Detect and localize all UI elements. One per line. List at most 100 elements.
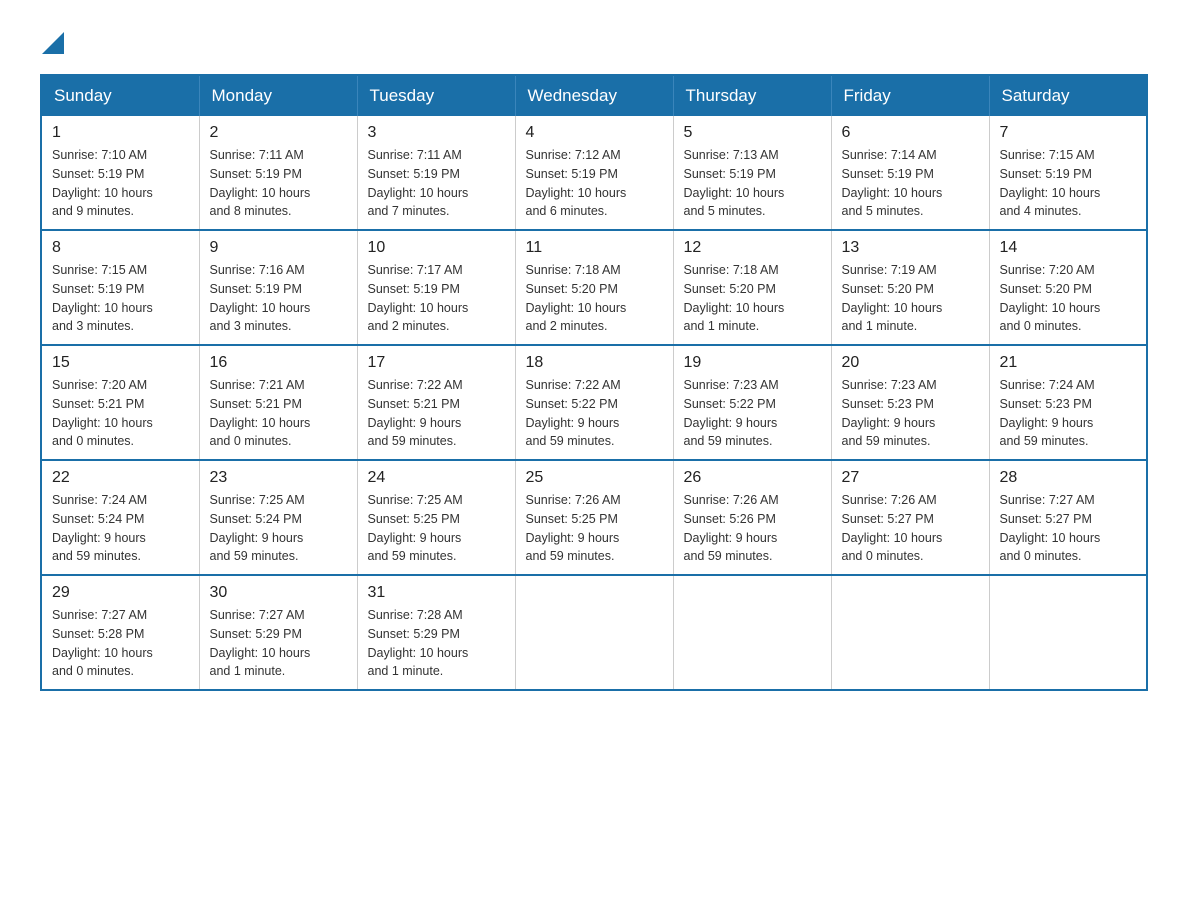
- day-number: 26: [684, 469, 821, 487]
- day-info: Sunrise: 7:15 AMSunset: 5:19 PMDaylight:…: [52, 261, 189, 336]
- day-info: Sunrise: 7:22 AMSunset: 5:21 PMDaylight:…: [368, 376, 505, 451]
- day-cell: 27Sunrise: 7:26 AMSunset: 5:27 PMDayligh…: [831, 460, 989, 575]
- day-number: 25: [526, 469, 663, 487]
- day-cell: [515, 575, 673, 690]
- day-cell: 8 Sunrise: 7:15 AMSunset: 5:19 PMDaylight…: [41, 230, 199, 345]
- day-number: 1: [52, 124, 189, 142]
- calendar-header-row: SundayMondayTuesdayWednesdayThursdayFrid…: [41, 75, 1147, 116]
- day-info: Sunrise: 7:22 AMSunset: 5:22 PMDaylight:…: [526, 376, 663, 451]
- day-cell: 6 Sunrise: 7:14 AMSunset: 5:19 PMDaylight…: [831, 116, 989, 230]
- day-number: 13: [842, 239, 979, 257]
- day-info: Sunrise: 7:23 AMSunset: 5:22 PMDaylight:…: [684, 376, 821, 451]
- day-number: 24: [368, 469, 505, 487]
- day-cell: [989, 575, 1147, 690]
- day-info: Sunrise: 7:26 AMSunset: 5:26 PMDaylight:…: [684, 491, 821, 566]
- day-info: Sunrise: 7:12 AMSunset: 5:19 PMDaylight:…: [526, 146, 663, 221]
- day-info: Sunrise: 7:16 AMSunset: 5:19 PMDaylight:…: [210, 261, 347, 336]
- day-info: Sunrise: 7:14 AMSunset: 5:19 PMDaylight:…: [842, 146, 979, 221]
- day-cell: 29 Sunrise: 7:27 AMSunset: 5:28 PMDayligh…: [41, 575, 199, 690]
- week-row-4: 22Sunrise: 7:24 AMSunset: 5:24 PMDayligh…: [41, 460, 1147, 575]
- day-number: 5: [684, 124, 821, 142]
- day-info: Sunrise: 7:11 AMSunset: 5:19 PMDaylight:…: [210, 146, 347, 221]
- week-row-3: 15 Sunrise: 7:20 AMSunset: 5:21 PMDayligh…: [41, 345, 1147, 460]
- day-number: 20: [842, 354, 979, 372]
- day-cell: 13 Sunrise: 7:19 AMSunset: 5:20 PMDayligh…: [831, 230, 989, 345]
- day-cell: 19 Sunrise: 7:23 AMSunset: 5:22 PMDayligh…: [673, 345, 831, 460]
- header-cell-wednesday: Wednesday: [515, 75, 673, 116]
- day-cell: 5 Sunrise: 7:13 AMSunset: 5:19 PMDaylight…: [673, 116, 831, 230]
- day-cell: 31 Sunrise: 7:28 AMSunset: 5:29 PMDayligh…: [357, 575, 515, 690]
- week-row-5: 29 Sunrise: 7:27 AMSunset: 5:28 PMDayligh…: [41, 575, 1147, 690]
- day-number: 8: [52, 239, 189, 257]
- day-info: Sunrise: 7:25 AMSunset: 5:25 PMDaylight:…: [368, 491, 505, 566]
- day-info: Sunrise: 7:27 AMSunset: 5:29 PMDaylight:…: [210, 606, 347, 681]
- day-number: 3: [368, 124, 505, 142]
- logo-triangle-icon: [42, 32, 64, 54]
- day-cell: 24 Sunrise: 7:25 AMSunset: 5:25 PMDayligh…: [357, 460, 515, 575]
- day-cell: 21 Sunrise: 7:24 AMSunset: 5:23 PMDayligh…: [989, 345, 1147, 460]
- day-number: 2: [210, 124, 347, 142]
- day-number: 18: [526, 354, 663, 372]
- day-info: Sunrise: 7:20 AMSunset: 5:20 PMDaylight:…: [1000, 261, 1137, 336]
- day-cell: 15 Sunrise: 7:20 AMSunset: 5:21 PMDayligh…: [41, 345, 199, 460]
- header-cell-sunday: Sunday: [41, 75, 199, 116]
- day-info: Sunrise: 7:18 AMSunset: 5:20 PMDaylight:…: [526, 261, 663, 336]
- day-number: 23: [210, 469, 347, 487]
- header-cell-tuesday: Tuesday: [357, 75, 515, 116]
- day-info: Sunrise: 7:24 AMSunset: 5:23 PMDaylight:…: [1000, 376, 1137, 451]
- day-cell: 17 Sunrise: 7:22 AMSunset: 5:21 PMDayligh…: [357, 345, 515, 460]
- day-info: Sunrise: 7:13 AMSunset: 5:19 PMDaylight:…: [684, 146, 821, 221]
- day-info: Sunrise: 7:18 AMSunset: 5:20 PMDaylight:…: [684, 261, 821, 336]
- day-info: Sunrise: 7:17 AMSunset: 5:19 PMDaylight:…: [368, 261, 505, 336]
- day-info: Sunrise: 7:28 AMSunset: 5:29 PMDaylight:…: [368, 606, 505, 681]
- day-cell: 4 Sunrise: 7:12 AMSunset: 5:19 PMDaylight…: [515, 116, 673, 230]
- day-number: 30: [210, 584, 347, 602]
- calendar-table: SundayMondayTuesdayWednesdayThursdayFrid…: [40, 74, 1148, 691]
- day-info: Sunrise: 7:11 AMSunset: 5:19 PMDaylight:…: [368, 146, 505, 221]
- day-number: 4: [526, 124, 663, 142]
- day-info: Sunrise: 7:26 AMSunset: 5:25 PMDaylight:…: [526, 491, 663, 566]
- logo: [40, 30, 64, 54]
- day-number: 17: [368, 354, 505, 372]
- day-cell: 1Sunrise: 7:10 AMSunset: 5:19 PMDaylight…: [41, 116, 199, 230]
- day-number: 19: [684, 354, 821, 372]
- day-info: Sunrise: 7:20 AMSunset: 5:21 PMDaylight:…: [52, 376, 189, 451]
- day-cell: [673, 575, 831, 690]
- header-cell-thursday: Thursday: [673, 75, 831, 116]
- day-cell: 28 Sunrise: 7:27 AMSunset: 5:27 PMDayligh…: [989, 460, 1147, 575]
- day-cell: 26 Sunrise: 7:26 AMSunset: 5:26 PMDayligh…: [673, 460, 831, 575]
- day-cell: 9Sunrise: 7:16 AMSunset: 5:19 PMDaylight…: [199, 230, 357, 345]
- day-number: 31: [368, 584, 505, 602]
- day-number: 16: [210, 354, 347, 372]
- day-number: 11: [526, 239, 663, 257]
- day-info: Sunrise: 7:24 AMSunset: 5:24 PMDaylight:…: [52, 491, 189, 566]
- day-cell: 14 Sunrise: 7:20 AMSunset: 5:20 PMDayligh…: [989, 230, 1147, 345]
- day-number: 28: [1000, 469, 1137, 487]
- day-number: 6: [842, 124, 979, 142]
- day-cell: 3 Sunrise: 7:11 AMSunset: 5:19 PMDaylight…: [357, 116, 515, 230]
- day-number: 27: [842, 469, 979, 487]
- day-info: Sunrise: 7:25 AMSunset: 5:24 PMDaylight:…: [210, 491, 347, 566]
- day-cell: 10 Sunrise: 7:17 AMSunset: 5:19 PMDayligh…: [357, 230, 515, 345]
- day-cell: 16Sunrise: 7:21 AMSunset: 5:21 PMDayligh…: [199, 345, 357, 460]
- day-info: Sunrise: 7:27 AMSunset: 5:27 PMDaylight:…: [1000, 491, 1137, 566]
- day-number: 21: [1000, 354, 1137, 372]
- day-info: Sunrise: 7:19 AMSunset: 5:20 PMDaylight:…: [842, 261, 979, 336]
- day-info: Sunrise: 7:23 AMSunset: 5:23 PMDaylight:…: [842, 376, 979, 451]
- day-cell: [831, 575, 989, 690]
- day-info: Sunrise: 7:27 AMSunset: 5:28 PMDaylight:…: [52, 606, 189, 681]
- day-number: 10: [368, 239, 505, 257]
- day-number: 29: [52, 584, 189, 602]
- day-cell: 20 Sunrise: 7:23 AMSunset: 5:23 PMDayligh…: [831, 345, 989, 460]
- calendar-body: 1Sunrise: 7:10 AMSunset: 5:19 PMDaylight…: [41, 116, 1147, 690]
- header-cell-friday: Friday: [831, 75, 989, 116]
- header-cell-monday: Monday: [199, 75, 357, 116]
- day-cell: 12Sunrise: 7:18 AMSunset: 5:20 PMDayligh…: [673, 230, 831, 345]
- day-cell: 22Sunrise: 7:24 AMSunset: 5:24 PMDayligh…: [41, 460, 199, 575]
- day-number: 14: [1000, 239, 1137, 257]
- week-row-1: 1Sunrise: 7:10 AMSunset: 5:19 PMDaylight…: [41, 116, 1147, 230]
- day-number: 15: [52, 354, 189, 372]
- day-cell: 30 Sunrise: 7:27 AMSunset: 5:29 PMDayligh…: [199, 575, 357, 690]
- day-number: 7: [1000, 124, 1137, 142]
- day-info: Sunrise: 7:15 AMSunset: 5:19 PMDaylight:…: [1000, 146, 1137, 221]
